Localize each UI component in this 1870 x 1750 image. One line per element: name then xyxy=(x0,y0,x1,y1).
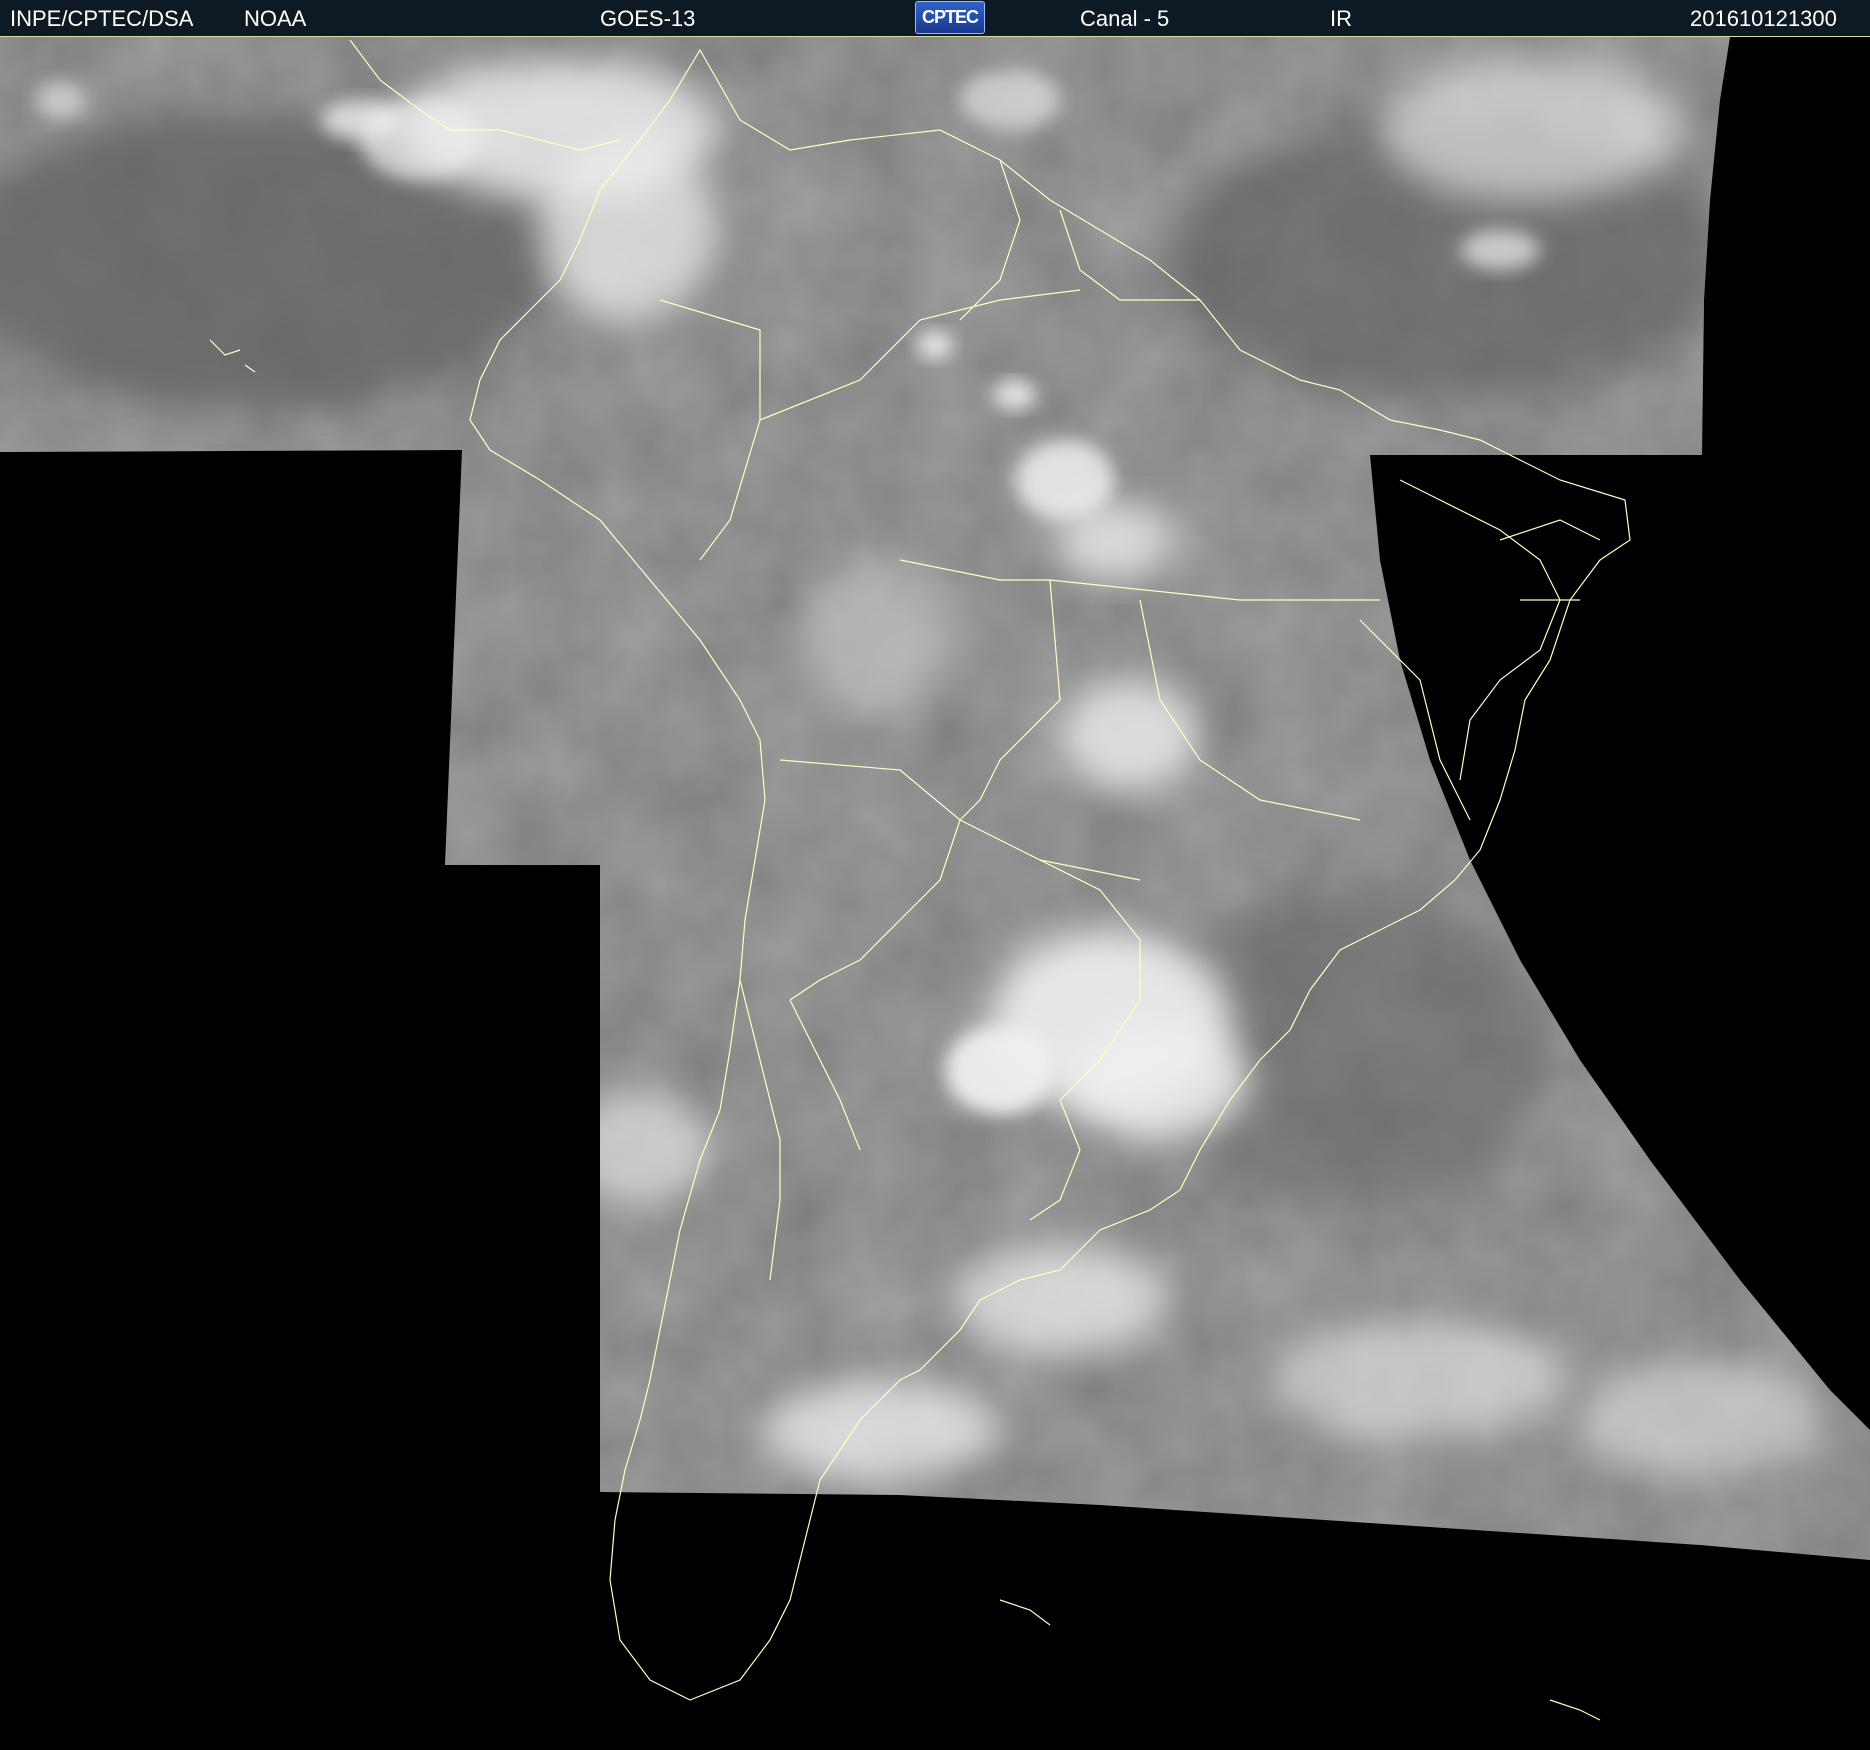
band-label: IR xyxy=(1330,6,1352,31)
satellite-image xyxy=(0,37,1870,1750)
operator-label: NOAA xyxy=(244,6,307,31)
cptec-logo: CPTEC xyxy=(915,1,985,34)
channel-label: Canal - 5 xyxy=(1080,6,1170,31)
satellite-label: GOES-13 xyxy=(600,6,696,31)
image-header-bar: INPE/CPTEC/DSA NOAA GOES-13 CPTEC Canal … xyxy=(0,0,1870,37)
timestamp-label: 201610121300 xyxy=(1690,6,1837,31)
agency-label: INPE/CPTEC/DSA xyxy=(10,6,194,31)
